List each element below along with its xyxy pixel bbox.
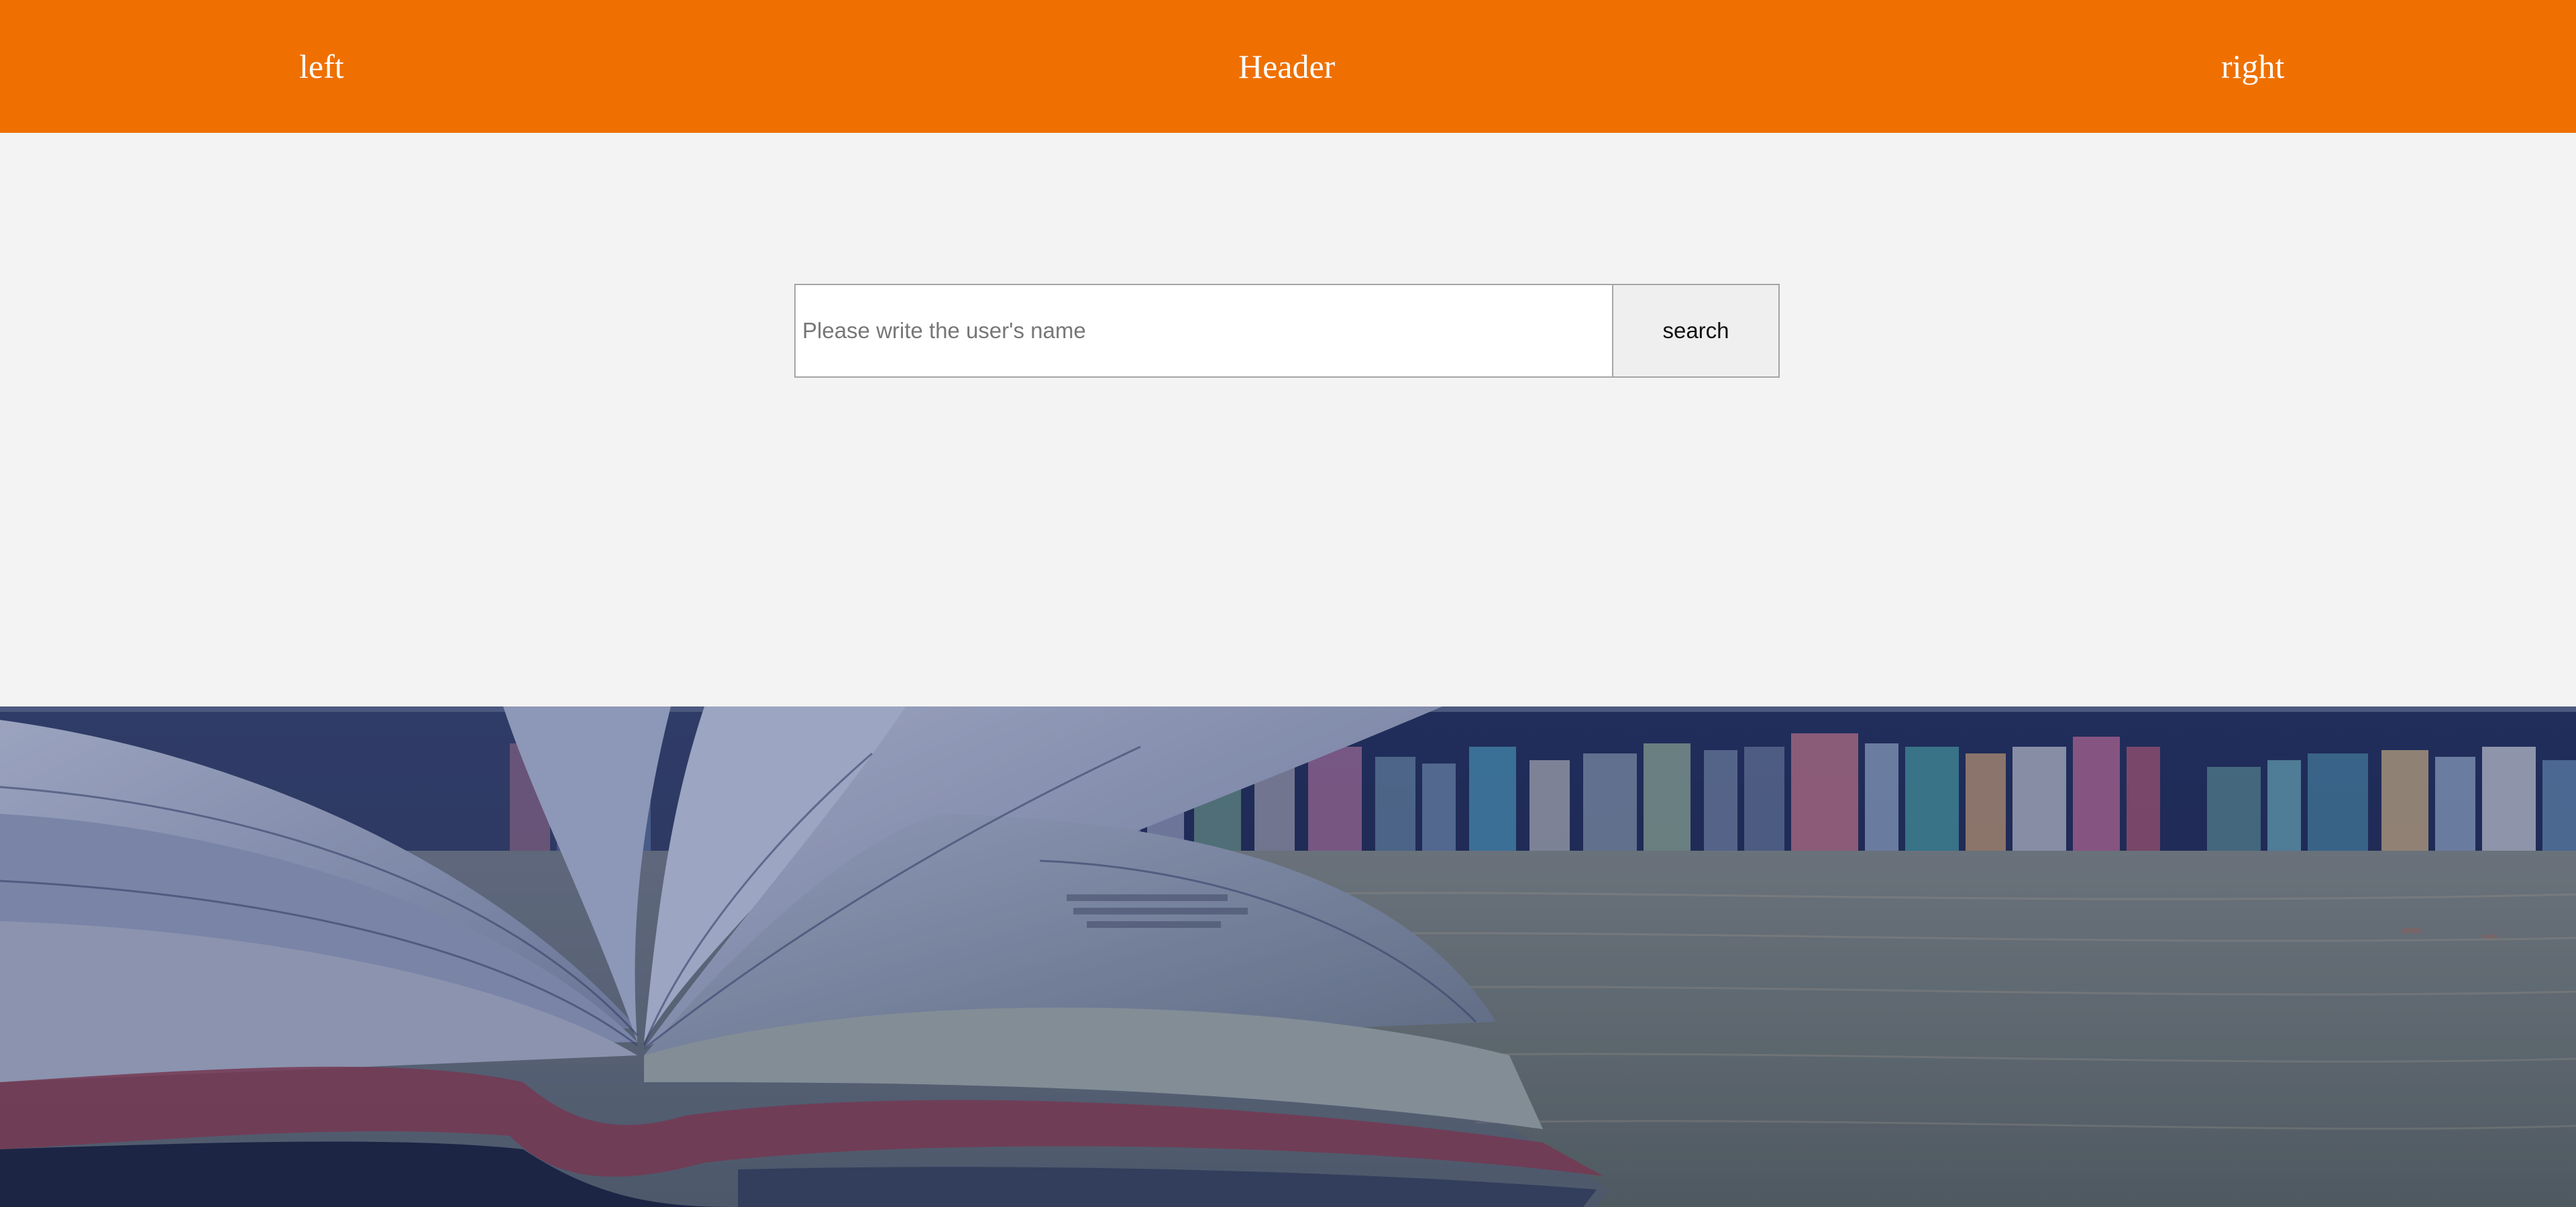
- hero-image: [0, 706, 2576, 1207]
- header-left-label: left: [299, 48, 344, 85]
- open-book-image: [0, 706, 2576, 1207]
- header-title: Header: [1238, 48, 1336, 85]
- page-header: left Header right: [0, 0, 2576, 133]
- header-right-label: right: [2221, 48, 2285, 85]
- search-button[interactable]: search: [1612, 284, 1780, 378]
- search-bar: search: [794, 284, 1781, 378]
- search-input[interactable]: [794, 284, 1613, 378]
